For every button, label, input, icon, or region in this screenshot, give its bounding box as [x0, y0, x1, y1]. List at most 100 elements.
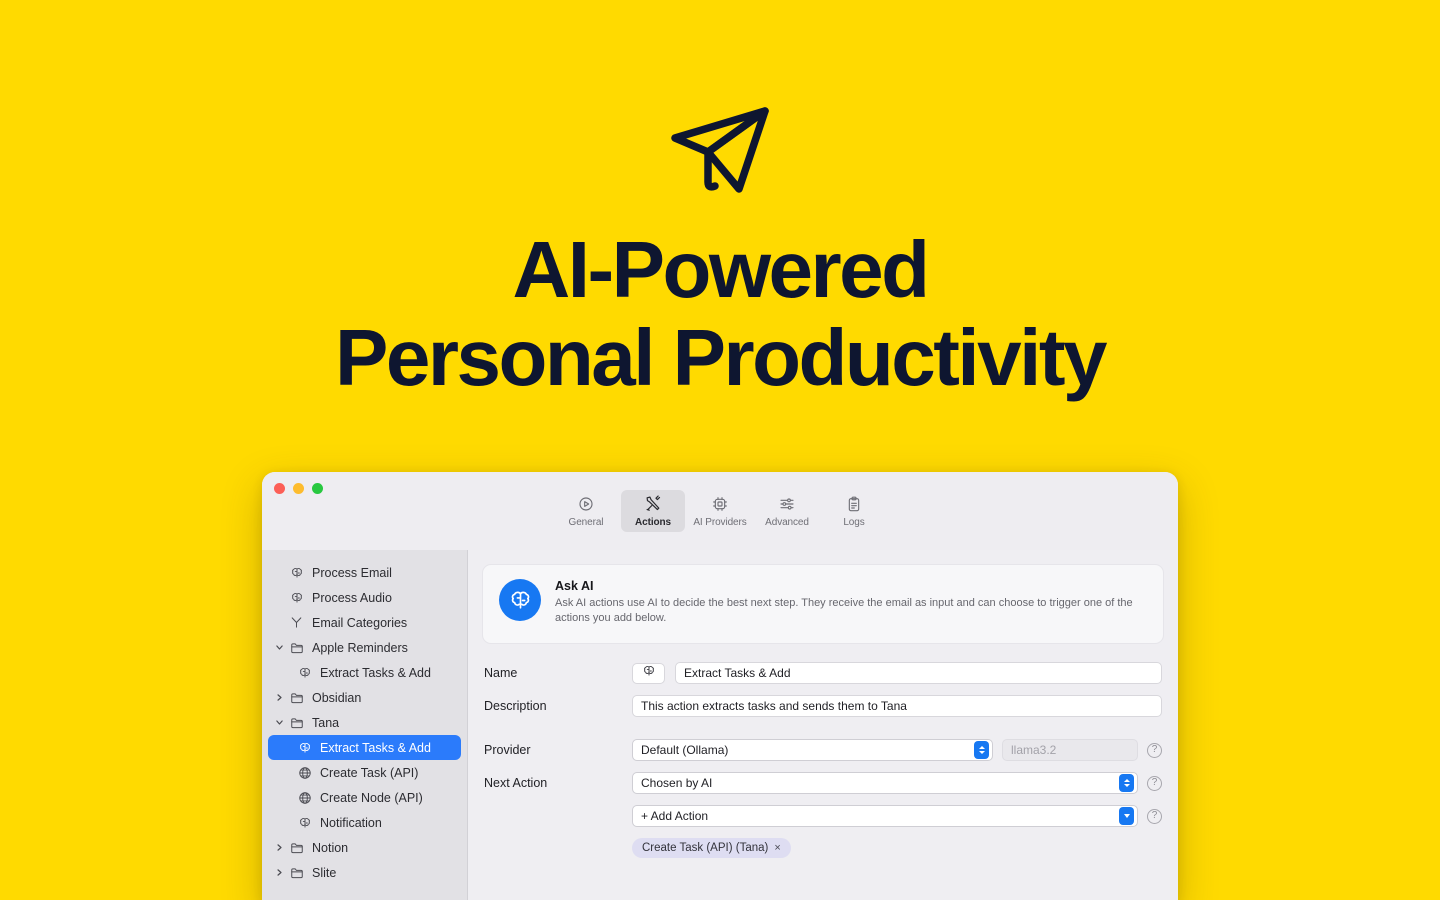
chevron-down-icon[interactable] — [274, 643, 285, 652]
settings-tab-bar[interactable]: General Actions AI Providers Advanced Lo… — [554, 490, 886, 532]
sidebar-item-label: Tana — [312, 715, 340, 730]
hero-title-line-1: AI-Powered — [512, 225, 930, 314]
sidebar-item-label: Extract Tasks & Add — [320, 665, 431, 680]
tab-actions[interactable]: Actions — [621, 490, 685, 532]
chip-icon — [712, 494, 728, 513]
sidebar-item-notification[interactable]: Notification — [268, 810, 461, 835]
sidebar-item-label: Notion — [312, 840, 349, 855]
model-input[interactable]: llama3.2 — [1002, 739, 1138, 761]
chevron-down-icon[interactable] — [1119, 807, 1134, 825]
folder-icon — [288, 866, 305, 880]
brain-icon — [296, 741, 313, 755]
sidebar-group-notion[interactable]: Notion — [268, 835, 461, 860]
hero-section: AI-Powered Personal Productivity — [0, 0, 1440, 470]
play-circle-icon — [578, 494, 594, 513]
sidebar-item-label: Create Task (API) — [320, 765, 419, 780]
sidebar-item-create-node-api[interactable]: Create Node (API) — [268, 785, 461, 810]
brain-icon — [642, 664, 656, 683]
clipboard-icon — [846, 494, 862, 513]
provider-label: Provider — [484, 743, 531, 757]
traffic-light-buttons[interactable] — [274, 483, 323, 494]
chevron-updown-icon[interactable] — [974, 741, 989, 759]
folder-icon — [288, 691, 305, 705]
sidebar-group-tana[interactable]: Tana — [268, 710, 461, 735]
brain-icon — [296, 816, 313, 830]
window-titlebar: General Actions AI Providers Advanced Lo… — [262, 472, 1178, 550]
form-row-name: Name Extract Tasks & Add — [484, 662, 1162, 684]
tab-ai-providers-label: AI Providers — [693, 517, 747, 528]
chevron-right-icon[interactable] — [274, 868, 285, 877]
folder-icon — [288, 841, 305, 855]
next-action-select-value: Chosen by AI — [641, 776, 713, 790]
globe-icon — [296, 766, 313, 780]
sidebar-item-label: Process Audio — [312, 590, 392, 605]
name-input[interactable]: Extract Tasks & Add — [675, 662, 1162, 684]
chevron-right-icon[interactable] — [274, 693, 285, 702]
sidebar-item-email-categories[interactable]: Email Categories — [268, 610, 461, 635]
chevron-down-icon[interactable] — [274, 718, 285, 727]
sidebar-group-slite[interactable]: Slite — [268, 860, 461, 885]
close-window-button[interactable] — [274, 483, 285, 494]
sidebar-group-apple-reminders[interactable]: Apple Reminders — [268, 635, 461, 660]
sidebar-item-label: Process Email — [312, 565, 392, 580]
tab-ai-providers[interactable]: AI Providers — [688, 490, 752, 532]
sidebar-item-process-email[interactable]: Process Email — [268, 560, 461, 585]
tab-advanced-label: Advanced — [765, 517, 809, 528]
sidebar-item-label: Slite — [312, 865, 337, 880]
brain-icon — [499, 579, 541, 621]
next-action-select[interactable]: Chosen by AI — [632, 772, 1138, 794]
window-body: Process Email Process Audio Email Catego… — [262, 550, 1178, 900]
chevron-right-icon[interactable] — [274, 843, 285, 852]
minimize-window-button[interactable] — [293, 483, 304, 494]
close-icon[interactable]: × — [774, 842, 780, 854]
sidebar-item-process-audio[interactable]: Process Audio — [268, 585, 461, 610]
sidebar-item-extract-tasks-add-apple[interactable]: Extract Tasks & Add — [268, 660, 461, 685]
tab-advanced[interactable]: Advanced — [755, 490, 819, 532]
folder-icon — [288, 716, 305, 730]
name-label: Name — [484, 666, 518, 680]
description-label: Description — [484, 699, 547, 713]
form-row-provider: Provider Default (Ollama) llama3.2 ? — [484, 739, 1162, 761]
sidebar-item-label: Obsidian — [312, 690, 362, 705]
tab-general[interactable]: General — [554, 490, 618, 532]
provider-select-value: Default (Ollama) — [641, 743, 729, 757]
tab-general-label: General — [568, 517, 604, 528]
folder-icon — [288, 641, 305, 655]
sidebar-item-label: Apple Reminders — [312, 640, 408, 655]
ask-ai-title: Ask AI — [555, 579, 594, 593]
provider-select[interactable]: Default (Ollama) — [632, 739, 993, 761]
tab-actions-label: Actions — [635, 517, 671, 528]
tab-logs-label: Logs — [843, 517, 865, 528]
app-window: General Actions AI Providers Advanced Lo… — [262, 472, 1178, 900]
form-row-description: Description This action extracts tasks a… — [484, 695, 1162, 717]
sidebar-item-label: Create Node (API) — [320, 790, 423, 805]
action-chip[interactable]: Create Task (API) (Tana) × — [632, 838, 791, 858]
maximize-window-button[interactable] — [312, 483, 323, 494]
page-title: AI-Powered Personal Productivity — [335, 225, 1107, 402]
action-form: Name Extract Tasks & Add Description Thi… — [482, 644, 1164, 858]
add-action-label: + Add Action — [641, 809, 709, 823]
add-action-select[interactable]: + Add Action — [632, 805, 1138, 827]
sidebar-item-label: Email Categories — [312, 615, 408, 630]
add-action-help-icon[interactable]: ? — [1147, 808, 1162, 824]
sidebar-item-create-task-api[interactable]: Create Task (API) — [268, 760, 461, 785]
brain-icon — [288, 566, 305, 580]
sidebar-item-extract-tasks-add-tana[interactable]: Extract Tasks & Add — [268, 735, 461, 760]
brain-icon — [296, 666, 313, 680]
brain-icon — [288, 591, 305, 605]
branch-icon — [288, 616, 305, 629]
sidebar-group-obsidian[interactable]: Obsidian — [268, 685, 461, 710]
provider-help-icon[interactable]: ? — [1147, 742, 1162, 758]
chevron-updown-icon[interactable] — [1119, 774, 1134, 792]
description-input[interactable]: This action extracts tasks and sends the… — [632, 695, 1162, 717]
sliders-icon — [779, 494, 795, 513]
sidebar-item-label: Notification — [320, 815, 382, 830]
sidebar-item-label: Extract Tasks & Add — [320, 740, 431, 755]
next-action-help-icon[interactable]: ? — [1147, 775, 1162, 791]
paper-plane-send-icon — [671, 107, 769, 193]
actions-sidebar[interactable]: Process Email Process Audio Email Catego… — [262, 550, 468, 900]
tab-logs[interactable]: Logs — [822, 490, 886, 532]
form-row-next-action: Next Action Chosen by AI ? — [484, 772, 1162, 794]
action-detail-pane: Ask AI Ask AI actions use AI to decide t… — [468, 550, 1178, 900]
action-icon-picker-button[interactable] — [632, 662, 665, 684]
